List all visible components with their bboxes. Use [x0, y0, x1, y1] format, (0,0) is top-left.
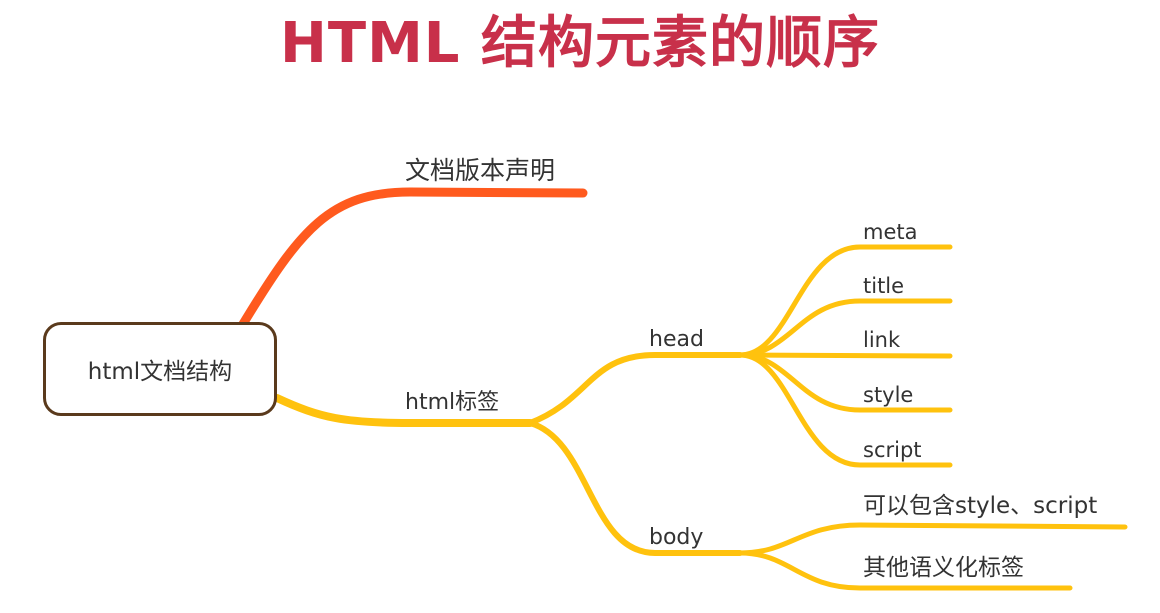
node-meta: meta — [863, 220, 918, 244]
node-head: head — [649, 327, 704, 352]
connector-body-child-1 — [737, 522, 1128, 556]
connector-body — [527, 420, 743, 556]
node-body-child-2: 其他语义化标签 — [863, 555, 1024, 581]
node-style: style — [863, 383, 914, 407]
root-node-label: html文档结构 — [87, 359, 233, 385]
connector-title — [737, 298, 953, 358]
connector-link — [737, 352, 953, 359]
mindmap-connectors — [238, 187, 1128, 591]
root-node: html文档结构 — [43, 322, 277, 416]
connector-doctype — [238, 187, 588, 329]
node-html-tag: html标签 — [405, 390, 500, 415]
connector-head — [527, 352, 743, 426]
connector-style — [737, 352, 953, 413]
node-doctype: 文档版本声明 — [405, 156, 556, 185]
node-link: link — [863, 328, 901, 352]
node-body: body — [649, 525, 704, 550]
node-script: script — [863, 438, 922, 462]
node-title: title — [863, 274, 905, 298]
node-body-child-1: 可以包含style、script — [863, 493, 1098, 519]
